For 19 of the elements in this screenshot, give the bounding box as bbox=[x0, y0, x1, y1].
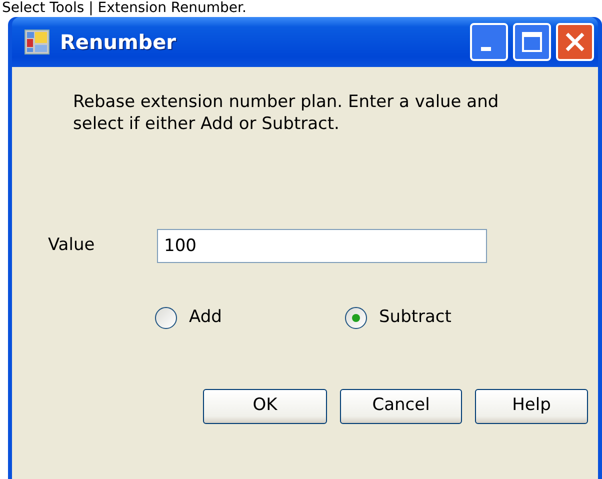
radio-button[interactable] bbox=[155, 306, 177, 329]
window-title: Renumber bbox=[60, 29, 176, 56]
help-button[interactable]: Help bbox=[475, 388, 588, 424]
description-text: Rebase extension number plan. Enter a value and select if either Add or Subtract. bbox=[73, 91, 500, 135]
minimize-button[interactable] bbox=[470, 23, 508, 61]
radio-label[interactable]: Subtract bbox=[379, 305, 452, 330]
caption-text: Select Tools | Extension Renumber. bbox=[1, 0, 248, 17]
close-button[interactable] bbox=[556, 23, 594, 61]
close-icon bbox=[564, 31, 586, 53]
app-icon bbox=[24, 29, 50, 55]
maximize-icon bbox=[521, 31, 543, 53]
radio-label[interactable]: Add bbox=[189, 305, 222, 330]
radio-button[interactable] bbox=[345, 306, 367, 329]
ok-button[interactable]: OK bbox=[203, 388, 327, 424]
maximize-button[interactable] bbox=[513, 23, 551, 61]
minimize-icon bbox=[481, 47, 491, 51]
value-field[interactable]: 100 bbox=[157, 229, 487, 263]
cancel-button[interactable]: Cancel bbox=[340, 388, 462, 424]
value-label: Value bbox=[48, 234, 96, 258]
